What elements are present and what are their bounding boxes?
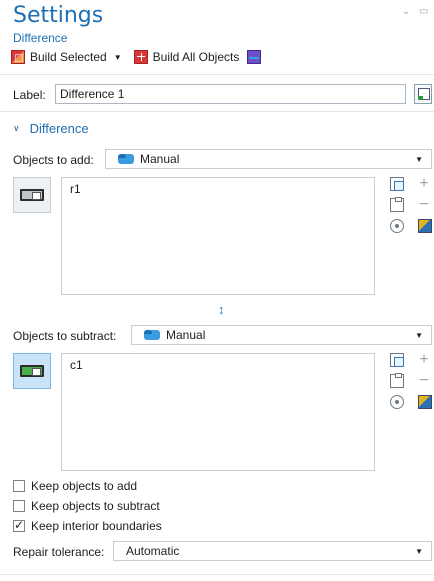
clear-selection-icon[interactable] bbox=[418, 395, 432, 409]
edit-label-icon[interactable] bbox=[414, 84, 432, 104]
toolbar-divider bbox=[0, 74, 434, 75]
build-selected-button[interactable]: Build Selected ▼ bbox=[11, 50, 122, 64]
label-input[interactable] bbox=[55, 84, 406, 104]
label-caption: Label: bbox=[13, 88, 46, 102]
collapse-chevron-icon[interactable]: ⌄ bbox=[402, 6, 410, 17]
objects-to-add-mode: Manual bbox=[140, 152, 180, 166]
bottom-divider bbox=[0, 574, 434, 575]
activate-selection-subtract-button[interactable] bbox=[13, 353, 51, 389]
settings-title: Settings bbox=[13, 3, 104, 28]
repair-tolerance-value: Automatic bbox=[126, 544, 180, 558]
checkbox-label: Keep objects to add bbox=[31, 479, 138, 493]
paste-selection-icon[interactable] bbox=[390, 197, 404, 212]
settings-toolbar: Build Selected ▼ Build All Objects bbox=[11, 50, 262, 64]
remove-icon[interactable]: − bbox=[417, 197, 431, 213]
build-selected-dropdown-icon[interactable]: ▼ bbox=[114, 53, 122, 62]
list-item[interactable]: r1 bbox=[70, 182, 366, 196]
checkbox-label: Keep objects to subtract bbox=[31, 499, 160, 513]
selection-toggle-icon bbox=[20, 189, 44, 201]
resize-handle-icon[interactable]: ↕ bbox=[218, 302, 225, 317]
copy-selection-icon[interactable] bbox=[390, 353, 404, 367]
objects-to-subtract-label: Objects to subtract: bbox=[13, 329, 117, 343]
objects-to-subtract-mode: Manual bbox=[166, 328, 206, 342]
chevron-down-icon: ▼ bbox=[415, 546, 423, 556]
objects-to-add-list[interactable]: r1 bbox=[61, 177, 375, 295]
keep-objects-to-subtract-checkbox[interactable]: Keep objects to subtract bbox=[13, 499, 160, 513]
label-divider bbox=[0, 111, 434, 112]
build-all-button[interactable]: Build All Objects bbox=[133, 50, 240, 64]
objects-to-add-select[interactable]: Manual ▼ bbox=[105, 149, 432, 169]
zoom-to-selection-icon[interactable] bbox=[390, 219, 404, 233]
keep-interior-boundaries-checkbox[interactable]: Keep interior boundaries bbox=[13, 518, 162, 533]
copy-selection-icon[interactable] bbox=[390, 177, 404, 191]
repair-tolerance-label: Repair tolerance: bbox=[13, 545, 105, 559]
maximize-icon[interactable]: ▭ bbox=[419, 6, 428, 17]
chevron-down-icon: ▼ bbox=[415, 154, 423, 164]
checkbox-box[interactable] bbox=[13, 480, 25, 492]
selection-mode-icon bbox=[118, 154, 134, 164]
checkbox-label: Keep interior boundaries bbox=[31, 519, 162, 533]
build-selected-label: Build Selected bbox=[30, 50, 107, 64]
objects-to-add-label: Objects to add: bbox=[13, 153, 94, 167]
section-header-difference[interactable]: ∨ Difference bbox=[13, 121, 89, 136]
section-chevron-icon: ∨ bbox=[13, 123, 20, 133]
selection-toggle-icon bbox=[20, 365, 44, 377]
repair-tolerance-select[interactable]: Automatic ▼ bbox=[113, 541, 432, 561]
add-icon[interactable]: + bbox=[417, 352, 431, 368]
graphics-view-icon[interactable] bbox=[247, 50, 262, 64]
chevron-down-icon: ▼ bbox=[415, 330, 423, 340]
section-title: Difference bbox=[29, 121, 89, 136]
add-icon[interactable]: + bbox=[417, 176, 431, 192]
clear-selection-icon[interactable] bbox=[418, 219, 432, 233]
objects-to-subtract-list[interactable]: c1 bbox=[61, 353, 375, 471]
remove-icon[interactable]: − bbox=[417, 373, 431, 389]
objects-to-subtract-select[interactable]: Manual ▼ bbox=[131, 325, 432, 345]
selection-mode-icon bbox=[144, 330, 160, 340]
checkbox-box[interactable] bbox=[13, 518, 25, 532]
build-selected-icon bbox=[11, 50, 25, 64]
list-item[interactable]: c1 bbox=[70, 358, 366, 372]
zoom-to-selection-icon[interactable] bbox=[390, 395, 404, 409]
checkbox-box[interactable] bbox=[13, 500, 25, 512]
settings-subtitle: Difference bbox=[13, 31, 68, 45]
activate-selection-add-button[interactable] bbox=[13, 177, 51, 213]
build-all-label: Build All Objects bbox=[152, 50, 240, 64]
paste-selection-icon[interactable] bbox=[390, 373, 404, 388]
keep-objects-to-add-checkbox[interactable]: Keep objects to add bbox=[13, 479, 137, 493]
build-all-icon bbox=[133, 50, 148, 64]
